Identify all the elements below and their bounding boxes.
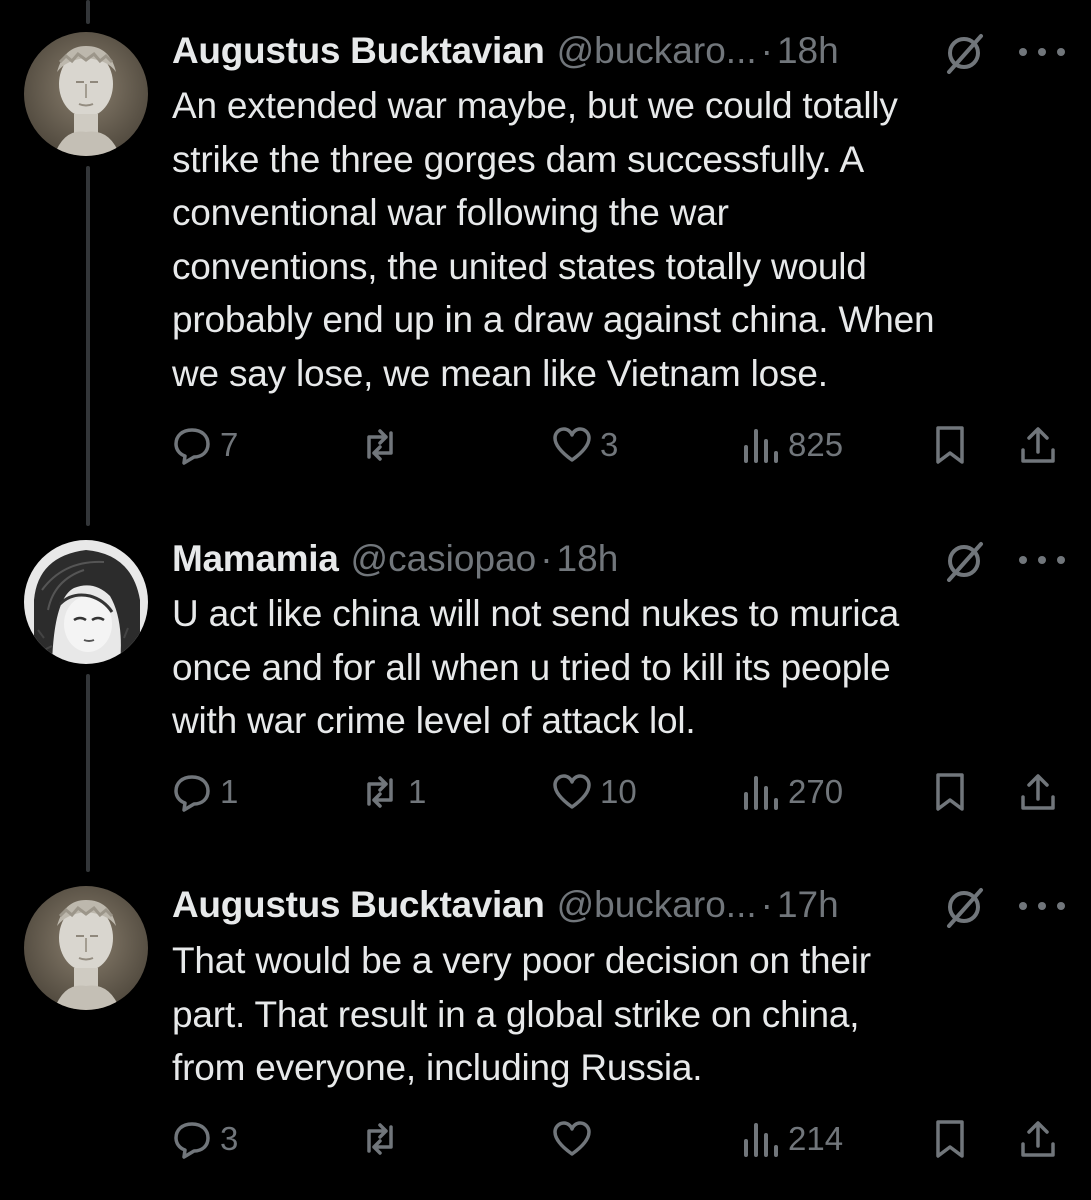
views-icon bbox=[744, 1123, 778, 1157]
text-line: part. That result in a global strike on … bbox=[172, 993, 860, 1035]
separator-dot: · bbox=[760, 884, 773, 925]
tweet[interactable]: Mamamia @casiopao · 18h U act like china… bbox=[0, 500, 1091, 840]
avatar[interactable] bbox=[24, 32, 148, 156]
reply-icon bbox=[174, 775, 210, 812]
tweet-header: Mamamia @casiopao · 18h bbox=[172, 534, 1065, 584]
avatar[interactable] bbox=[24, 886, 148, 1010]
views-icon bbox=[744, 776, 778, 810]
text-line: we say lose, we mean like Vietnam lose. bbox=[172, 352, 828, 394]
repost-button[interactable] bbox=[360, 1114, 408, 1164]
reply-icon bbox=[174, 428, 210, 465]
like-button[interactable]: 10 bbox=[552, 767, 637, 817]
reply-icon bbox=[174, 1122, 210, 1159]
bookmark-button[interactable] bbox=[930, 420, 970, 470]
author-name[interactable]: Mamamia bbox=[172, 538, 339, 580]
reply-count: 1 bbox=[220, 773, 239, 810]
views-button[interactable]: 825 bbox=[740, 420, 843, 470]
action-bar: 7 3 825 bbox=[172, 420, 1072, 470]
views-icon bbox=[744, 429, 778, 463]
timestamp[interactable]: 18h bbox=[777, 30, 839, 72]
statue-avatar-icon bbox=[24, 32, 148, 156]
reply-count: 3 bbox=[220, 1120, 239, 1157]
text-line: probably end up in a draw against china.… bbox=[172, 299, 935, 340]
share-button[interactable] bbox=[1018, 420, 1058, 470]
separator-dot: · bbox=[760, 30, 773, 71]
timestamp[interactable]: 18h bbox=[557, 538, 619, 580]
text-line: conventions, the united states totally w… bbox=[172, 245, 867, 287]
author-handle[interactable]: @casiopao bbox=[351, 538, 537, 580]
text-line: conventional war following the war bbox=[172, 192, 729, 233]
grok-icon[interactable] bbox=[943, 32, 985, 74]
like-button[interactable] bbox=[552, 1114, 600, 1164]
text-line: strike the three gorges dam successfully… bbox=[172, 138, 864, 180]
views-button[interactable]: 214 bbox=[740, 1114, 843, 1164]
statue-avatar-icon bbox=[24, 886, 148, 1010]
repost-icon bbox=[367, 429, 393, 461]
views-count: 214 bbox=[788, 1120, 844, 1157]
bookmark-button[interactable] bbox=[930, 1114, 970, 1164]
timestamp[interactable]: 17h bbox=[777, 884, 839, 926]
bookmark-icon bbox=[936, 1120, 964, 1158]
repost-button[interactable] bbox=[360, 420, 408, 470]
text-line: U act like china will not send nukes to … bbox=[172, 593, 900, 634]
author-name[interactable]: Augustus Bucktavian bbox=[172, 884, 545, 926]
text-line: once and for all when u tried to kill it… bbox=[172, 646, 891, 688]
bookmark-icon bbox=[936, 426, 964, 464]
author-name[interactable]: Augustus Bucktavian bbox=[172, 30, 545, 72]
tweet[interactable]: Augustus Bucktavian @buckaro... · 17h Th… bbox=[0, 850, 1091, 1200]
bookmark-icon bbox=[936, 773, 964, 811]
share-icon bbox=[1021, 427, 1055, 463]
views-button[interactable]: 270 bbox=[740, 767, 843, 817]
repost-icon bbox=[367, 1123, 393, 1155]
share-icon bbox=[1021, 774, 1055, 810]
separator-dot: · bbox=[540, 538, 553, 579]
repost-button[interactable]: 1 bbox=[360, 767, 426, 817]
author-handle[interactable]: @buckaro... bbox=[557, 884, 757, 926]
share-button[interactable] bbox=[1018, 767, 1058, 817]
text-line: That would be a very poor decision on th… bbox=[172, 940, 871, 981]
like-count: 10 bbox=[600, 773, 637, 810]
repost-icon bbox=[367, 776, 393, 808]
tweet-header: Augustus Bucktavian @buckaro... · 17h bbox=[172, 880, 1065, 930]
like-icon bbox=[553, 774, 591, 809]
anime-sketch-avatar-icon bbox=[24, 540, 148, 664]
action-bar: 1 1 10 270 bbox=[172, 767, 1072, 817]
like-button[interactable]: 3 bbox=[552, 420, 618, 470]
bookmark-button[interactable] bbox=[930, 767, 970, 817]
grok-icon[interactable] bbox=[943, 540, 985, 582]
like-icon bbox=[553, 1121, 591, 1156]
action-bar: 3 214 bbox=[172, 1114, 1072, 1164]
like-count: 3 bbox=[600, 426, 619, 463]
reply-button[interactable]: 1 bbox=[172, 767, 238, 817]
text-line: from everyone, including Russia. bbox=[172, 1047, 703, 1088]
more-icon[interactable] bbox=[1019, 888, 1065, 924]
text-line: An extended war maybe, but we could tota… bbox=[172, 85, 898, 126]
reply-button[interactable]: 7 bbox=[172, 420, 238, 470]
tweet[interactable]: Augustus Bucktavian @buckaro... · 18h An… bbox=[0, 0, 1091, 500]
tweet-text: U act like china will not send nukes to … bbox=[172, 587, 1052, 748]
avatar[interactable] bbox=[24, 540, 148, 664]
tweet-text: That would be a very poor decision on th… bbox=[172, 934, 1052, 1095]
share-icon bbox=[1021, 1121, 1055, 1157]
reply-count: 7 bbox=[220, 426, 239, 463]
views-count: 825 bbox=[788, 426, 844, 463]
more-icon[interactable] bbox=[1019, 34, 1065, 70]
repost-count: 1 bbox=[408, 773, 427, 810]
like-icon bbox=[553, 427, 591, 462]
tweet-text: An extended war maybe, but we could tota… bbox=[172, 79, 1052, 400]
author-handle[interactable]: @buckaro... bbox=[557, 30, 757, 72]
tweet-header: Augustus Bucktavian @buckaro... · 18h bbox=[172, 26, 1065, 76]
share-button[interactable] bbox=[1018, 1114, 1058, 1164]
text-line: with war crime level of attack lol. bbox=[172, 700, 696, 741]
more-icon[interactable] bbox=[1019, 542, 1065, 578]
views-count: 270 bbox=[788, 773, 844, 810]
grok-icon[interactable] bbox=[943, 886, 985, 928]
reply-button[interactable]: 3 bbox=[172, 1114, 238, 1164]
